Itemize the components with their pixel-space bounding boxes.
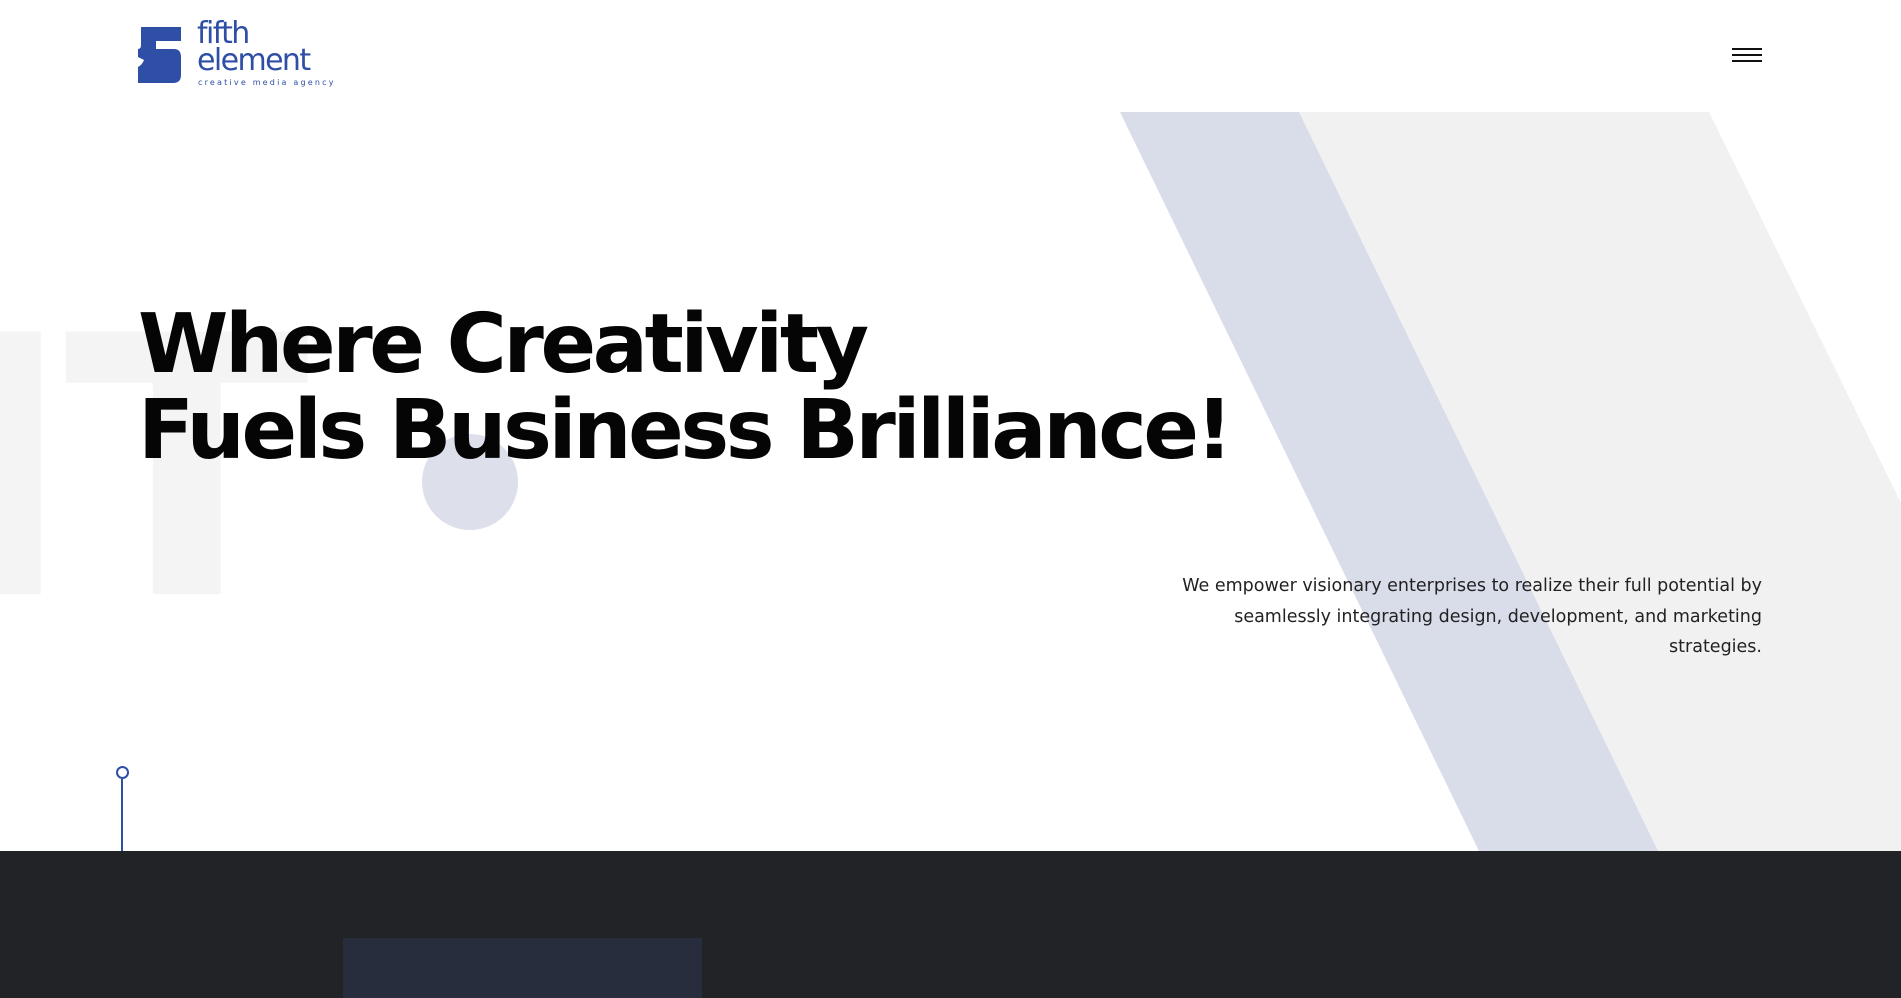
logo-wordmark: fifth element	[197, 19, 311, 78]
hamburger-menu-icon[interactable]	[1732, 44, 1764, 66]
hero-headline: Where Creativity Fuels Business Brillian…	[138, 297, 1233, 478]
dark-section-card	[343, 938, 702, 998]
hero-headline-line2: Fuels Business Brilliance!	[138, 383, 1233, 478]
site-logo[interactable]: fifth element creative media agency	[138, 19, 333, 92]
logo-mark-icon	[138, 27, 181, 83]
scroll-indicator-dot	[116, 766, 129, 779]
hero-section: IT fifth element creative media agency W…	[0, 0, 1901, 851]
hero-lead-text: We empower visionary enterprises to real…	[1182, 576, 1762, 657]
hero-headline-line1: Where Creativity	[138, 297, 869, 392]
logo-word-line2: element	[197, 43, 311, 78]
dark-section	[0, 851, 1901, 998]
scroll-indicator-line	[121, 779, 123, 851]
logo-tagline: creative media agency	[198, 78, 336, 87]
